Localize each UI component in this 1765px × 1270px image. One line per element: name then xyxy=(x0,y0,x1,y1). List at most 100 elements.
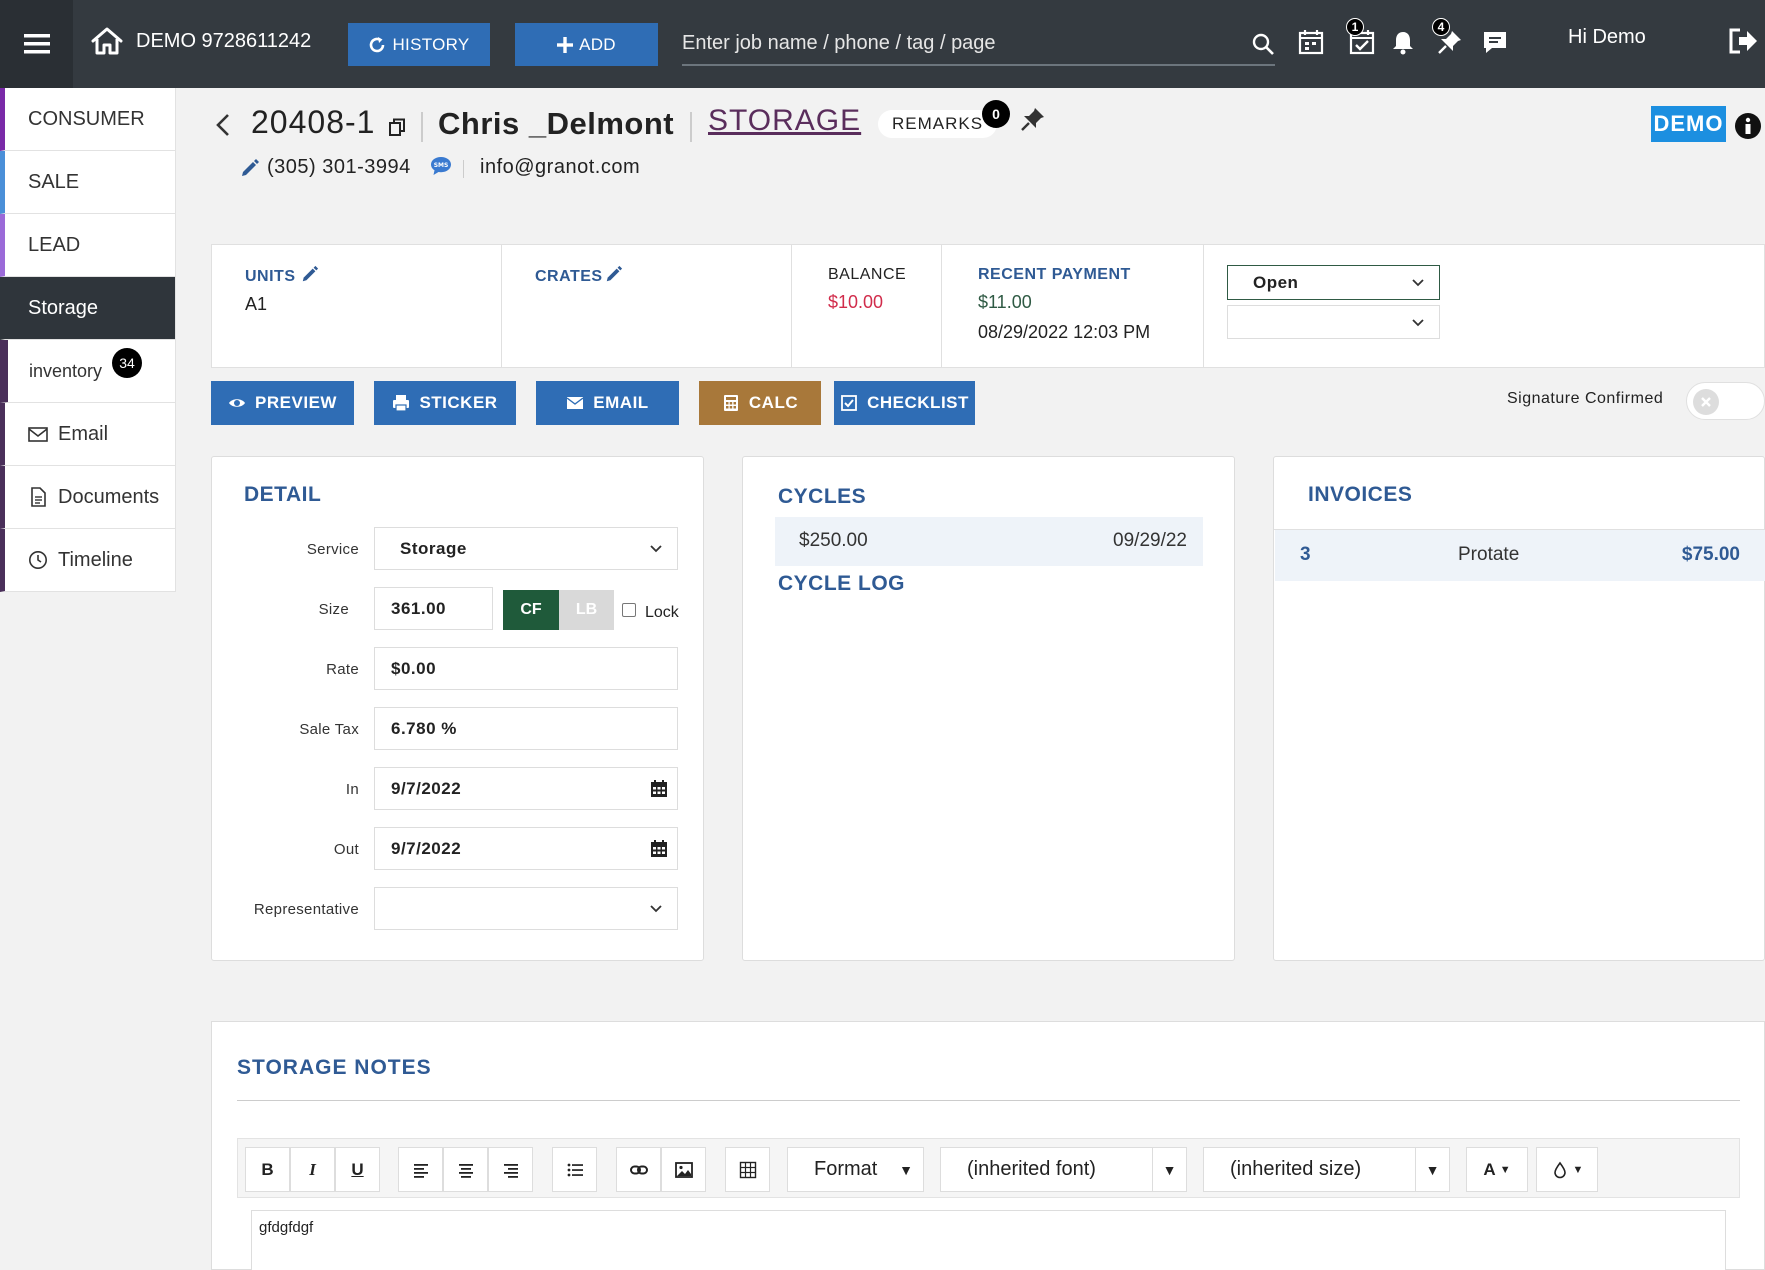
sidebar-item-lead[interactable]: LEAD xyxy=(0,214,176,277)
info-icon[interactable] xyxy=(1734,112,1762,140)
add-button[interactable]: ADD xyxy=(515,23,658,66)
font-family-select[interactable]: (inherited font) ▼ xyxy=(940,1147,1187,1192)
hamburger-menu-button[interactable] xyxy=(0,0,73,88)
pencil-icon[interactable] xyxy=(240,158,260,178)
unit-cf-button[interactable]: CF xyxy=(503,590,559,630)
insert-image-button[interactable] xyxy=(661,1147,706,1192)
envelope-icon xyxy=(566,397,584,409)
align-center-button[interactable] xyxy=(443,1147,488,1192)
sidebar-item-email[interactable]: Email xyxy=(0,403,176,466)
representative-select[interactable] xyxy=(374,887,678,930)
bold-button[interactable]: B xyxy=(245,1147,290,1192)
tasks-badge: 1 xyxy=(1346,18,1364,36)
back-chevron-icon[interactable] xyxy=(213,110,233,140)
align-right-button[interactable] xyxy=(488,1147,533,1192)
preview-button[interactable]: PREVIEW xyxy=(211,381,354,425)
align-left-button[interactable] xyxy=(398,1147,443,1192)
crates-edit-icon[interactable] xyxy=(605,265,623,283)
sticker-button[interactable]: STICKER xyxy=(374,381,516,425)
unit-lb-button[interactable]: LB xyxy=(559,590,614,630)
lock-checkbox[interactable] xyxy=(622,603,636,617)
remarks-button[interactable]: REMARKS xyxy=(878,110,998,138)
calc-button[interactable]: CALC xyxy=(699,381,821,425)
balance-value: $10.00 xyxy=(828,292,884,312)
printer-icon xyxy=(393,395,410,412)
size-input[interactable]: 361.00 xyxy=(374,587,493,630)
sidebar-item-documents[interactable]: Documents xyxy=(0,466,176,529)
rate-label: Rate xyxy=(326,661,359,678)
header-divider xyxy=(690,112,692,142)
font-color-button[interactable]: A ▼ xyxy=(1466,1147,1528,1192)
in-date-input[interactable]: 9/7/2022 xyxy=(374,767,678,810)
recent-payment-amount: $11.00 xyxy=(978,292,1032,312)
rate-input[interactable]: $0.00 xyxy=(374,647,678,690)
history-button[interactable]: HISTORY xyxy=(348,23,490,66)
sale-tax-input[interactable]: 6.780 % xyxy=(374,707,678,750)
calendar-icon[interactable] xyxy=(649,779,669,799)
plus-icon xyxy=(557,36,574,53)
bullet-list-button[interactable] xyxy=(552,1147,597,1192)
sidebar-item-consumer[interactable]: CONSUMER xyxy=(0,88,176,151)
notes-editor[interactable]: gfdgfdgf xyxy=(251,1210,1726,1270)
refresh-icon xyxy=(370,36,385,52)
link-icon xyxy=(629,1165,648,1174)
customer-phone[interactable]: (305) 301-3994 xyxy=(267,156,411,179)
sidebar: CONSUMER SALE LEAD Storage inventory 34 … xyxy=(0,88,176,592)
toggle-knob xyxy=(1693,389,1719,415)
job-status-select[interactable]: Open xyxy=(1227,265,1440,300)
out-date-input[interactable]: 9/7/2022 xyxy=(374,827,678,870)
sidebar-item-label: inventory xyxy=(29,360,103,381)
format-select[interactable]: Format ▼ xyxy=(787,1147,924,1192)
sidebar-item-timeline[interactable]: Timeline xyxy=(0,529,176,592)
underline-button[interactable]: U xyxy=(335,1147,380,1192)
caret-down-icon: ▼ xyxy=(1152,1148,1186,1191)
sidebar-item-label: Documents xyxy=(58,485,160,508)
home-icon xyxy=(91,27,123,55)
home-link[interactable]: DEMO 9728611242 xyxy=(90,26,311,56)
sidebar-item-inventory[interactable]: inventory 34 xyxy=(0,340,176,403)
sidebar-item-sale[interactable]: SALE xyxy=(0,151,176,214)
job-status-link[interactable]: STORAGE xyxy=(708,104,861,138)
calendar-icon[interactable] xyxy=(649,839,669,859)
sub-status-select[interactable] xyxy=(1227,305,1440,339)
search-icon[interactable] xyxy=(1251,32,1275,56)
calendar-icon xyxy=(1298,30,1324,55)
email-button[interactable]: EMAIL xyxy=(536,381,679,425)
signature-toggle[interactable] xyxy=(1686,382,1765,420)
font-size-select[interactable]: (inherited size) ▼ xyxy=(1203,1147,1450,1192)
customer-email[interactable]: info@granot.com xyxy=(480,156,640,179)
logout-icon[interactable] xyxy=(1727,26,1759,56)
sidebar-item-label: LEAD xyxy=(28,233,81,256)
insert-link-button[interactable] xyxy=(616,1147,661,1192)
sidebar-item-storage[interactable]: Storage xyxy=(0,277,176,340)
checklist-button[interactable]: CHECKLIST xyxy=(834,381,975,425)
recent-payment-label: RECENT PAYMENT xyxy=(978,266,1131,283)
notifications-button[interactable] xyxy=(1389,28,1417,56)
tasks-button[interactable]: 1 xyxy=(1346,18,1376,56)
sms-icon[interactable]: SMS xyxy=(430,156,452,176)
pins-button[interactable]: 4 xyxy=(1432,18,1464,56)
highlight-color-button[interactable]: ▼ xyxy=(1536,1147,1598,1192)
bell-icon xyxy=(1393,32,1413,55)
cycle-amount: $250.00 xyxy=(799,530,868,551)
remarks-label: REMARKS xyxy=(892,114,984,133)
italic-button[interactable]: I xyxy=(290,1147,335,1192)
calendar-button[interactable] xyxy=(1297,28,1325,56)
align-center-icon xyxy=(458,1163,473,1178)
copy-icon[interactable] xyxy=(389,118,406,137)
align-right-icon xyxy=(503,1163,518,1178)
font-family-label: (inherited font) xyxy=(967,1158,1096,1180)
cycle-row[interactable]: $250.00 09/29/22 xyxy=(775,517,1203,566)
balance-label: BALANCE xyxy=(828,266,907,283)
messages-button[interactable] xyxy=(1481,28,1509,56)
insert-table-button[interactable] xyxy=(725,1147,770,1192)
service-select[interactable]: Storage xyxy=(374,527,678,570)
pin-icon[interactable] xyxy=(1020,106,1046,132)
search-input[interactable] xyxy=(682,24,1275,62)
user-greeting[interactable]: Hi Demo xyxy=(1568,26,1646,49)
image-icon xyxy=(674,1161,693,1178)
units-edit-icon[interactable] xyxy=(301,265,319,283)
caret-down-icon: ▼ xyxy=(899,1161,913,1178)
add-label: ADD xyxy=(579,34,616,54)
invoice-row[interactable]: 3 Protate $75.00 xyxy=(1275,530,1765,581)
